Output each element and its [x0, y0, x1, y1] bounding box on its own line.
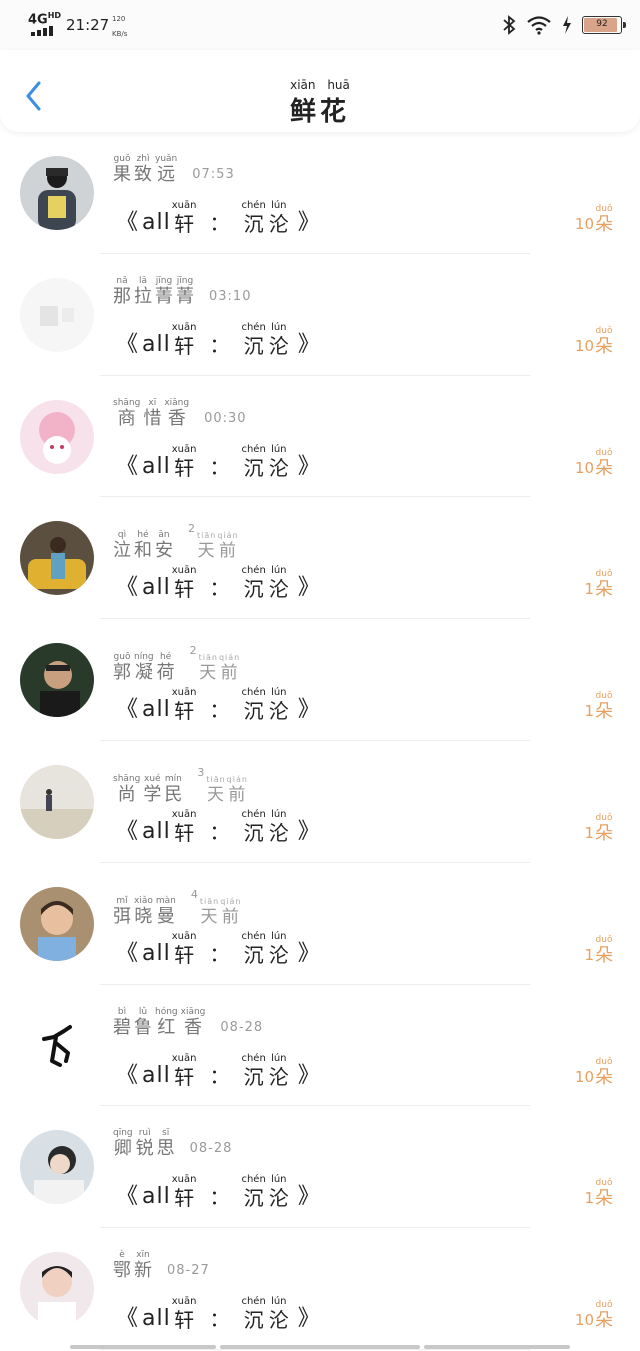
sent-time: 2 tiān 天 qián 前 — [188, 522, 239, 562]
sent-time: 08-28 — [220, 1019, 264, 1035]
avatar[interactable] — [20, 643, 94, 718]
list-item[interactable]: è 鄂 xīn 新 08-27 《 all xuān 轩： chén 沉 lún 沦》 10 duǒ 朵 — [0, 1228, 640, 1350]
list-item[interactable]: mǐ 弭 xiǎo 晓 màn 曼 4 tiān 天 qián 前《 all xuān 轩： chén 沉 lú… — [0, 863, 640, 985]
page-title-text: 鲜花 — [289, 97, 350, 127]
gift-message: 《 all xuān 轩： chén 沉 lún 沦》 — [116, 1296, 320, 1333]
gift-message: 《 all xuān 轩： chén 沉 lún 沦》 — [116, 565, 320, 602]
list-item[interactable]: shāng 尚 xué 学 mín 民 3 tiān 天 qián 前《 all xuān 轩： chén 沉… — [0, 741, 640, 863]
sender-name: mǐ 弭 xiǎo 晓 màn 曼 4 tiān 天 qián 前 — [113, 885, 242, 927]
network-indicator: 4GHD — [28, 11, 62, 28]
gift-message: 《 all xuān 轩： chén 沉 lún 沦》 — [116, 687, 320, 724]
sent-time: 4 tiān 天 qián 前 — [190, 887, 242, 927]
charging-icon — [563, 16, 571, 34]
gift-message: 《 all xuān 轩： chén 沉 lún 沦》 — [116, 443, 320, 480]
avatar[interactable] — [20, 1130, 94, 1205]
list-item[interactable]: guō 郭 níng 凝 hé 荷 2 tiān 天 qián 前《 all xuān 轩： chén 沉 lú… — [0, 619, 640, 741]
gesture-bar — [0, 1345, 640, 1351]
gift-message: 《 all xuān 轩： chén 沉 lún 沦》 — [116, 200, 320, 236]
flower-count: 10 duǒ 朵 — [574, 447, 613, 479]
flower-count: 1 duǒ 朵 — [584, 691, 613, 723]
gift-message: 《 all xuān 轩： chén 沉 lún 沦》 — [116, 930, 320, 967]
avatar[interactable] — [20, 886, 94, 961]
flower-count: 10 duǒ 朵 — [574, 204, 613, 235]
sent-time: 08-28 — [189, 1141, 233, 1157]
list-item[interactable]: qì 泣 hé 和 ān 安 2 tiān 天 qián 前《 all xuān 轩： chén 沉 lún 沦》… — [0, 497, 640, 620]
gift-message: 《 all xuān 轩： chén 沉 lún 沦》 — [116, 1052, 320, 1089]
list-item[interactable]: nā 那 lā 拉 jīng 菁 jīng 菁 03:10 《 all xuān 轩： chén 沉 lún 沦… — [0, 254, 640, 376]
avatar[interactable] — [20, 1252, 94, 1327]
sent-time: 00:30 — [204, 410, 247, 426]
avatar[interactable] — [20, 521, 94, 596]
status-icons: 92 — [502, 13, 626, 37]
battery-icon: 92 — [582, 16, 626, 34]
flower-count: 10 duǒ 朵 — [574, 1300, 613, 1332]
list-item[interactable]: shāng 商 xī 惜 xiāng 香 00:30 《 all xuān 轩： chén 沉 lún 沦》… — [0, 376, 640, 498]
page-title-pinyin: xiān huā — [290, 78, 350, 92]
gift-message: 《 all xuān 轩： chén 沉 lún 沦》 — [116, 1174, 320, 1211]
app-header: xiān huā 鲜花 — [0, 50, 640, 132]
gift-message: 《 all xuān 轩： chén 沉 lún 沦》 — [116, 321, 320, 358]
avatar[interactable] — [20, 399, 94, 474]
sent-time: 2 tiān 天 qián 前 — [189, 644, 241, 684]
bluetooth-icon — [503, 15, 516, 35]
gift-list: guǒ 果 zhì 致 yuǎn 远 07:53 《 all xuān 轩： chén 沉 lún 沦》 10… — [0, 132, 640, 1350]
flower-count: 1 duǒ 朵 — [584, 934, 613, 966]
list-item[interactable]: bì 碧 lǔ 鲁 hóng 红 xiāng 香 08-28 《 all xuān 轩： chén 沉 lún… — [0, 985, 640, 1107]
gift-message: 《 all xuān 轩： chén 沉 lún 沦》 — [116, 808, 320, 845]
flower-count: 10 duǒ 朵 — [574, 325, 613, 357]
sent-time: 03:10 — [209, 288, 252, 304]
sender-name: è 鄂 xīn 新 08-27 — [113, 1250, 210, 1282]
page-title: xiān huā 鲜花 — [0, 78, 640, 128]
sender-name: shāng 尚 xué 学 mín 民 3 tiān 天 qián 前 — [113, 763, 249, 805]
flower-count: 10 duǒ 朵 — [574, 1056, 613, 1088]
avatar[interactable] — [20, 277, 94, 352]
signal-icon — [31, 26, 53, 36]
avatar[interactable] — [20, 156, 94, 230]
wifi-icon — [527, 16, 551, 35]
sent-time: 3 tiān 天 qián 前 — [197, 765, 248, 805]
flower-count: 1 duǒ 朵 — [584, 1178, 613, 1210]
list-item[interactable]: qīng 卿 ruì 锐 sī 思 08-28 《 all xuān 轩： chén 沉 lún 沦》 1 du… — [0, 1106, 640, 1229]
flower-count: 1 duǒ 朵 — [584, 569, 613, 601]
sender-name: bì 碧 lǔ 鲁 hóng 红 xiāng 香 08-28 — [113, 1006, 264, 1038]
status-bar: 4GHD 21:27 120 KB/s 92 — [0, 0, 640, 50]
sender-name: shāng 商 xī 惜 xiāng 香 00:30 — [113, 397, 247, 429]
avatar[interactable] — [20, 764, 94, 839]
clock: 21:27 — [66, 16, 110, 34]
avatar[interactable] — [20, 1008, 94, 1083]
sent-time: 07:53 — [192, 167, 235, 182]
sender-name: qīng 卿 ruì 锐 sī 思 08-28 — [113, 1128, 233, 1160]
flower-count: 1 duǒ 朵 — [584, 812, 613, 844]
sender-name: guǒ 果 zhì 致 yuǎn 远 07:53 — [113, 154, 235, 185]
sent-time: 08-27 — [167, 1263, 210, 1279]
sender-name: nā 那 lā 拉 jīng 菁 jīng 菁 03:10 — [113, 275, 252, 307]
network-speed: 120 KB/s — [112, 15, 128, 38]
list-item[interactable]: guǒ 果 zhì 致 yuǎn 远 07:53 《 all xuān 轩： chén 沉 lún 沦》 10… — [0, 132, 640, 254]
sender-name: qì 泣 hé 和 ān 安 2 tiān 天 qián 前 — [113, 519, 240, 561]
sender-name: guō 郭 níng 凝 hé 荷 2 tiān 天 qián 前 — [113, 641, 241, 683]
